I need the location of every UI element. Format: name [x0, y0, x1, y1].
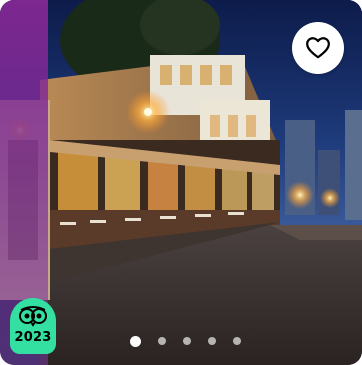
photo-card[interactable]: 2023 [0, 0, 362, 365]
carousel-dot-2[interactable] [157, 337, 166, 345]
heart-outline-icon [306, 37, 330, 59]
carousel-dot-3[interactable] [182, 337, 191, 345]
carousel-dot-4[interactable] [207, 337, 216, 345]
favorite-button[interactable] [292, 22, 344, 74]
carousel-dot-1[interactable] [129, 335, 141, 347]
carousel-dot-5[interactable] [232, 337, 241, 345]
owl-icon [19, 306, 47, 327]
carousel-pagination [0, 335, 362, 347]
